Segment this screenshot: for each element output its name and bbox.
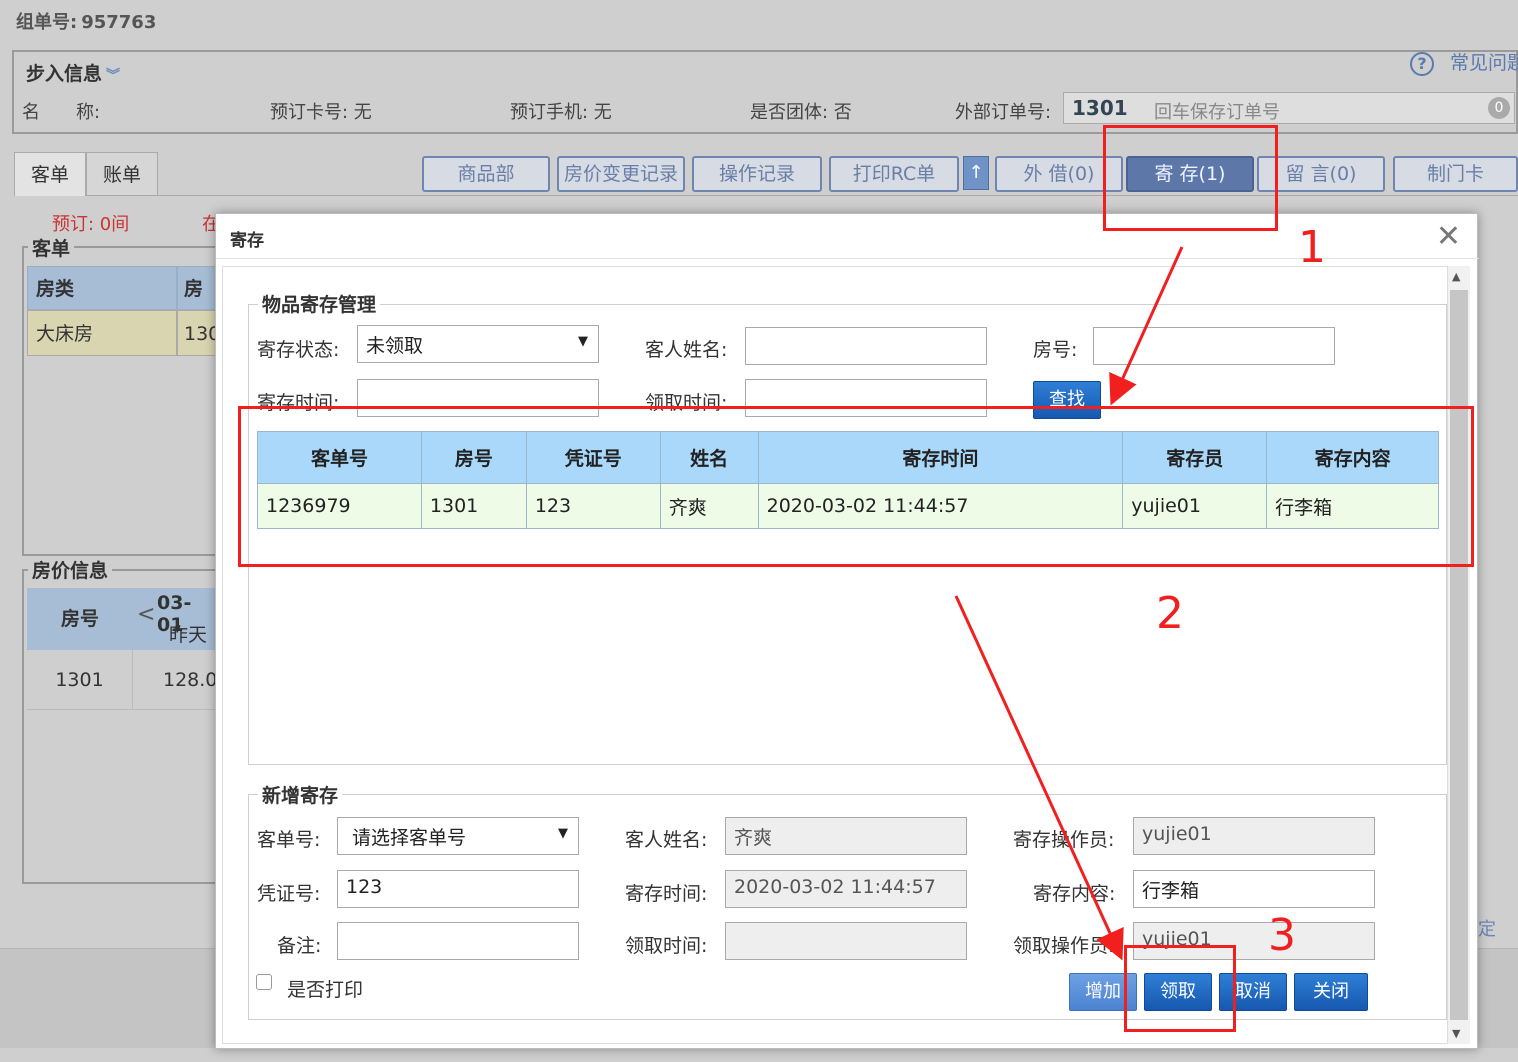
arrow-to-table [1109, 246, 1184, 406]
arrow-to-pickup [954, 595, 1124, 961]
annotation-arrows [954, 246, 1184, 961]
